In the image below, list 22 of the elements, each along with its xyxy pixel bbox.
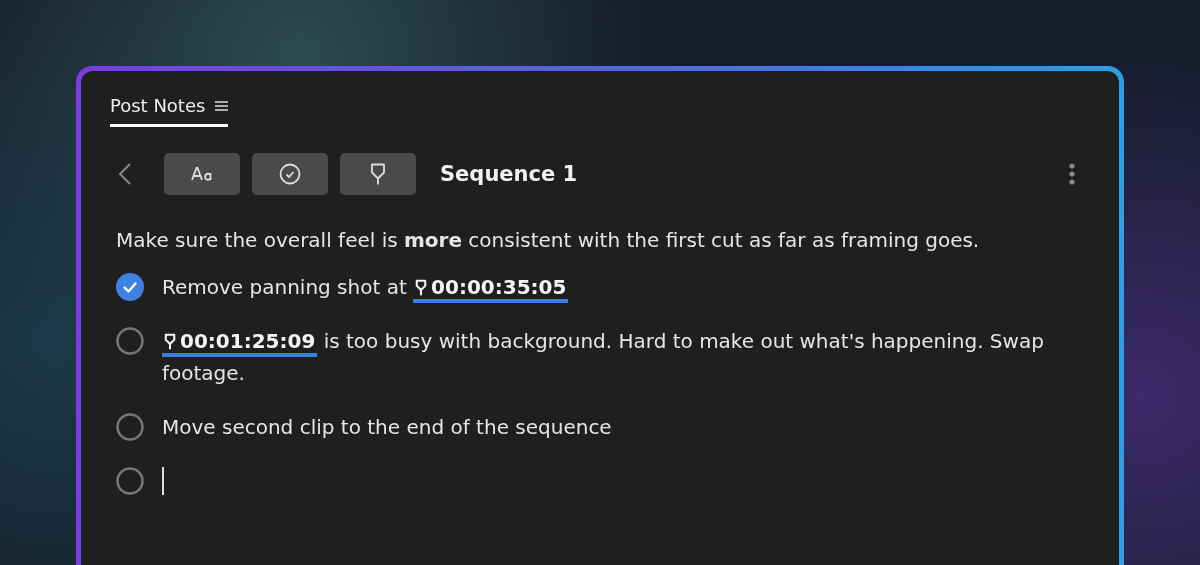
more-icon[interactable] <box>1068 163 1076 185</box>
checkbox[interactable] <box>116 327 144 355</box>
checkbox[interactable] <box>116 467 144 495</box>
timecode-link[interactable]: 00:00:35:05 <box>413 275 569 303</box>
text-format-button[interactable] <box>164 153 240 195</box>
text-cursor <box>162 467 164 495</box>
task-text: 00:01:25:09 is too busy with background. Hard to make out what's happening. Swap footage. <box>162 328 1045 387</box>
marker-icon <box>415 279 428 296</box>
marker-button[interactable] <box>340 153 416 195</box>
checkbox[interactable] <box>116 413 144 441</box>
task-text: Move second clip to the end of the sequence <box>162 414 612 441</box>
task-button[interactable] <box>252 153 328 195</box>
sequence-title: Sequence 1 <box>440 162 579 186</box>
checked-checkbox[interactable] <box>116 273 144 301</box>
marker-icon <box>164 333 176 350</box>
note-text: Make sure the overall feel is more consistent with the first cut as far as framing goes. <box>116 227 981 254</box>
timecode-link[interactable]: 00:01:25:09 <box>162 329 318 357</box>
back-icon[interactable] <box>118 162 132 186</box>
panel-tab[interactable]: Post Notes <box>110 91 229 127</box>
task-text: Remove panning shot at 00:00:35:05 <box>162 271 569 303</box>
check-circle-icon <box>279 163 301 185</box>
menu-icon[interactable] <box>215 99 229 112</box>
